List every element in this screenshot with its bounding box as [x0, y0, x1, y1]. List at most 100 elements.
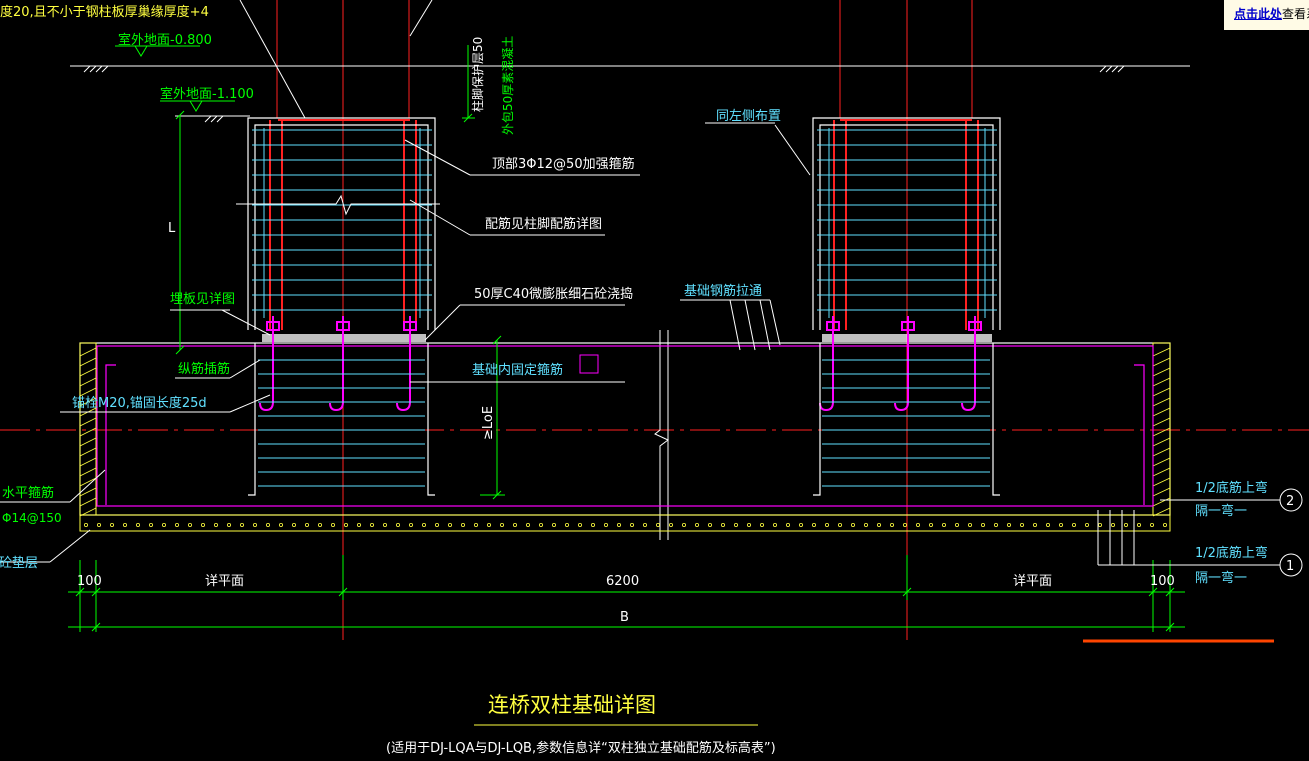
horizontal-rebar-note: 水平箍筋	[2, 485, 54, 501]
cushion-dot	[682, 523, 687, 528]
dim-overall: B	[620, 610, 629, 625]
cushion-dot	[760, 523, 765, 528]
horizontal-rebar-spec: Φ14@150	[2, 511, 62, 525]
hatch-line	[79, 447, 97, 457]
cushion-dot	[1033, 523, 1038, 528]
cushion-dot	[708, 523, 713, 528]
cushion-dot	[1098, 523, 1103, 528]
cushion-dot	[721, 523, 726, 528]
foundation-rebar-through: 基础钢筋拉通	[684, 283, 762, 299]
cushion-dot	[343, 523, 348, 528]
hatch-line	[1152, 347, 1171, 357]
cushion-note: 素砼垫层	[0, 555, 38, 571]
cushion-dot	[1163, 523, 1168, 528]
dim-middle: 6200	[606, 574, 639, 589]
cushion-dot	[1111, 523, 1116, 528]
pier-left	[247, 117, 436, 330]
cushion-dot	[981, 523, 986, 528]
cushion-dot	[278, 523, 283, 528]
hatch-line	[79, 497, 97, 507]
cushion-dot	[630, 523, 635, 528]
hint-rest-text: 查看系	[1282, 7, 1309, 21]
cushion-dot	[213, 523, 218, 528]
hatch-line	[1152, 497, 1171, 507]
hatch-line	[1152, 367, 1171, 377]
cushion-dot	[187, 523, 192, 528]
cushion-dot	[799, 523, 804, 528]
callout-2: 2	[1286, 494, 1294, 509]
hint-link[interactable]: 点击此处	[1234, 7, 1282, 21]
cushion-dot	[955, 523, 960, 528]
cushion-dot	[864, 523, 869, 528]
cushion-dot	[604, 523, 609, 528]
vertical-note-1: 柱脚保护层50	[470, 37, 485, 112]
break-lines	[236, 194, 669, 540]
cushion-dot	[942, 523, 947, 528]
cushion-dot	[226, 523, 231, 528]
cushion-dot	[304, 523, 309, 528]
anchor-bolts	[259, 316, 982, 412]
hatch-line	[79, 357, 97, 367]
hatch-line	[1152, 477, 1171, 487]
cushion-dot	[382, 523, 387, 528]
bottom-rebar-2a: 1/2底筋上弯	[1195, 480, 1268, 496]
hatch-line	[79, 487, 97, 497]
hatch-line	[79, 467, 97, 477]
hatch-line	[79, 457, 97, 467]
hatch-line	[79, 417, 97, 427]
cushion-dot	[1124, 523, 1129, 528]
cushion-dot	[734, 523, 739, 528]
dimension-texts: 100 详平面 6200 详平面 100 B	[77, 574, 1175, 625]
cushion-dot	[408, 523, 413, 528]
cushion-dot	[929, 523, 934, 528]
cushion-dot	[513, 523, 518, 528]
hatch-line	[79, 427, 97, 437]
hatch-line	[1152, 397, 1171, 407]
cushion-dot	[421, 523, 426, 528]
dim-l: L	[168, 221, 176, 236]
hatch-line	[79, 377, 97, 387]
same-as-left: 同左侧布置	[716, 109, 781, 124]
cushion-dot	[395, 523, 400, 528]
cushion-dot	[669, 523, 674, 528]
cushion-dot	[317, 523, 322, 528]
hint-banner[interactable]: 点击此处查看系	[1224, 0, 1309, 30]
cushion-dot	[499, 523, 504, 528]
long-rebar-note: 纵筋插筋	[178, 361, 230, 377]
fixing-stirrup-note: 基础内固定箍筋	[472, 362, 563, 378]
cushion-dot	[1072, 523, 1077, 528]
cushion-dot	[239, 523, 244, 528]
cushion-dot	[291, 523, 296, 528]
cushion-dot	[148, 523, 153, 528]
cushion-dot	[356, 523, 361, 528]
cushion-dot	[968, 523, 973, 528]
cushion-dot	[747, 523, 752, 528]
cushion-dot	[252, 523, 257, 528]
cushion-dot	[591, 523, 596, 528]
top-rebar-note: 顶部3Φ12@50加强箍筋	[492, 156, 635, 172]
cushion-dot	[460, 523, 465, 528]
cushion-dot	[695, 523, 700, 528]
cushion-dot	[1020, 523, 1025, 528]
cushion-dot	[552, 523, 557, 528]
hatch-line	[79, 367, 97, 377]
cushion-dot	[812, 523, 817, 528]
grout-note: 50厚C40微膨胀细石砼浇捣	[474, 286, 633, 302]
dim-left-detail: 详平面	[205, 574, 244, 589]
cushion-dot	[200, 523, 205, 528]
cushion-dot	[486, 523, 491, 528]
cushion-dot	[877, 523, 882, 528]
cushion-dot	[838, 523, 843, 528]
cushion-dot	[97, 523, 102, 528]
cushion-dot	[617, 523, 622, 528]
cushion-dot	[110, 523, 115, 528]
cushion-dot	[773, 523, 778, 528]
top-note: 度20,且不小于钢柱板厚巢缘厚度+4	[0, 4, 209, 20]
hatch-line	[1152, 487, 1171, 497]
cushion-dot	[916, 523, 921, 528]
cushion-dot	[1085, 523, 1090, 528]
grade-1100: 室外地面-1.100	[160, 86, 254, 102]
hatch-line	[1152, 427, 1171, 437]
dim-left-edge: 100	[77, 574, 102, 589]
hatch-line	[1152, 407, 1171, 417]
